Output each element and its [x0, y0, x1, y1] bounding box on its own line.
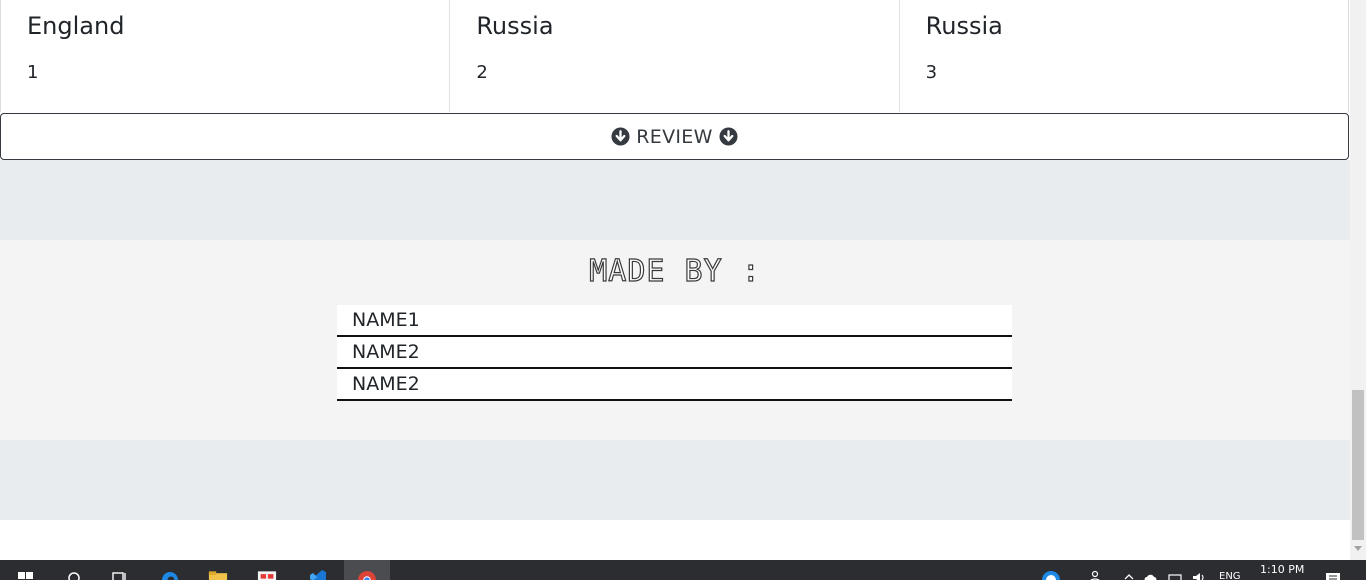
card: Russia 2 [450, 0, 900, 112]
chrome-icon[interactable] [357, 568, 377, 580]
credits-title: MADE BY : [589, 253, 761, 289]
circle-arrow-down-icon [719, 127, 738, 146]
windows-start-icon[interactable] [16, 568, 36, 580]
vscode-icon[interactable] [308, 568, 328, 580]
card-value: 2 [476, 62, 488, 83]
circle-arrow-down-icon [611, 127, 630, 146]
file-explorer-icon[interactable] [208, 568, 228, 580]
page: England 1 Russia 2 Russia 3 REVIEW MADE … [0, 0, 1350, 560]
review-button-label: REVIEW [636, 125, 713, 148]
vertical-scrollbar[interactable] [1350, 0, 1366, 560]
chevron-up-icon[interactable] [1122, 568, 1136, 580]
task-view-icon[interactable] [110, 568, 130, 580]
card-title: Russia [925, 12, 1003, 40]
name-item: NAME2 [337, 337, 1012, 369]
speaker-icon[interactable] [1190, 568, 1210, 580]
network-icon[interactable] [1166, 568, 1186, 580]
scrollbar-thumb[interactable] [1352, 390, 1364, 540]
help-icon[interactable] [1040, 568, 1062, 580]
card-value: 1 [27, 62, 39, 83]
notifications-icon[interactable] [1324, 568, 1344, 580]
card: Russia 3 [900, 0, 1348, 112]
card-value: 3 [925, 62, 938, 83]
review-button[interactable]: REVIEW [0, 113, 1349, 160]
cards-row: England 1 Russia 2 Russia 3 [0, 0, 1349, 112]
card-title: England [27, 12, 125, 40]
people-icon[interactable] [1086, 568, 1106, 580]
cloud-icon[interactable] [1142, 568, 1162, 580]
spacer-band [0, 160, 1350, 240]
footer-band [0, 440, 1350, 520]
language-indicator[interactable]: ENG [1219, 571, 1241, 580]
name-item: NAME1 [337, 305, 1012, 337]
search-icon[interactable] [64, 568, 84, 580]
taskbar: ENG 1:10 PM [0, 560, 1366, 580]
card-title: Russia [476, 12, 554, 40]
edge-icon[interactable] [160, 568, 180, 580]
names-list: NAME1 NAME2 NAME2 [337, 305, 1012, 401]
card: England 1 [1, 0, 451, 112]
scroll-down-arrow-icon[interactable] [1354, 546, 1362, 551]
credits-section: MADE BY : NAME1 NAME2 NAME2 [0, 240, 1350, 440]
store-icon[interactable] [257, 568, 277, 580]
name-item: NAME2 [337, 369, 1012, 401]
clock-time[interactable]: 1:10 PM [1260, 563, 1304, 576]
